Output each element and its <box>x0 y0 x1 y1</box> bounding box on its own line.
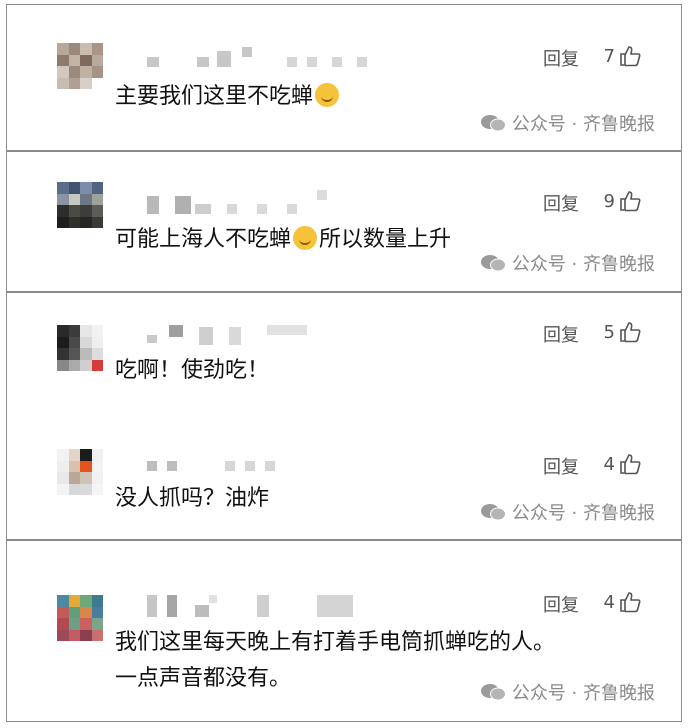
thumbs-up-icon <box>619 45 641 67</box>
reply-button[interactable]: 回复 <box>543 453 579 479</box>
like-button[interactable]: 7 <box>604 45 641 67</box>
username-blurred[interactable] <box>147 461 297 477</box>
thumbs-up-icon <box>619 591 641 613</box>
username-blurred[interactable] <box>147 325 337 345</box>
username-blurred[interactable] <box>147 47 387 67</box>
comment-text: 可能上海人不吃蝉 所以数量上升 <box>115 226 452 252</box>
wechat-icon <box>480 504 506 521</box>
like-count: 4 <box>603 453 615 475</box>
avatar[interactable] <box>57 325 103 371</box>
like-count: 7 <box>603 45 615 67</box>
avatar[interactable] <box>57 449 103 495</box>
reply-button[interactable]: 回复 <box>543 321 579 347</box>
comment-text-line-1: 我们这里每天晚上有打着手电筒抓蝉吃的人。 <box>115 630 556 655</box>
thumbs-up-icon <box>619 453 641 475</box>
username-blurred[interactable] <box>147 190 347 214</box>
comment-card-1: 回复 7 主要我们这里不吃蝉 公众号 · 齐鲁晚报 <box>6 4 682 151</box>
watermark: 公众号 · 齐鲁晚报 <box>480 250 655 276</box>
username-blurred[interactable] <box>147 595 367 617</box>
avatar[interactable] <box>57 595 103 641</box>
like-button[interactable]: 9 <box>604 190 641 212</box>
like-button[interactable]: 4 <box>604 453 641 475</box>
comment-text: 吃啊！使劲吃！ <box>115 358 270 383</box>
smiling-face-hand-emoji <box>315 83 340 107</box>
like-count: 5 <box>603 321 615 343</box>
watermark: 公众号 · 齐鲁晚报 <box>480 110 655 136</box>
avatar[interactable] <box>57 182 103 228</box>
like-count: 9 <box>603 190 615 212</box>
comment-text: 没人抓吗？油炸 <box>115 486 270 511</box>
reply-button[interactable]: 回复 <box>543 591 579 617</box>
like-button[interactable]: 5 <box>604 321 641 343</box>
comment-card-2: 回复 9 可能上海人不吃蝉 所以数量上升 公众号 · 齐鲁晚报 <box>6 151 682 292</box>
wechat-icon <box>480 255 506 272</box>
comment-card-3: 回复 5 吃啊！使劲吃！ 回复 4 没人抓吗？油炸 公众号 · 齐鲁晚报 <box>6 292 682 540</box>
crying-laughing-emoji <box>293 226 318 250</box>
watermark: 公众号 · 齐鲁晚报 <box>480 499 655 525</box>
like-count: 4 <box>603 591 615 613</box>
watermark: 公众号 · 齐鲁晚报 <box>480 679 655 705</box>
avatar[interactable] <box>57 43 103 89</box>
reply-button[interactable]: 回复 <box>543 190 579 216</box>
reply-button[interactable]: 回复 <box>543 45 579 71</box>
thumbs-up-icon <box>619 190 641 212</box>
comment-card-4: 回复 4 我们这里每天晚上有打着手电筒抓蝉吃的人。 一点声音都没有。 公众号 ·… <box>6 540 682 722</box>
wechat-icon <box>480 115 506 132</box>
comment-text-line-2: 一点声音都没有。 <box>115 666 292 691</box>
comment-text: 主要我们这里不吃蝉 <box>115 79 340 115</box>
wechat-icon <box>480 684 506 701</box>
like-button[interactable]: 4 <box>604 591 641 613</box>
thumbs-up-icon <box>619 321 641 343</box>
